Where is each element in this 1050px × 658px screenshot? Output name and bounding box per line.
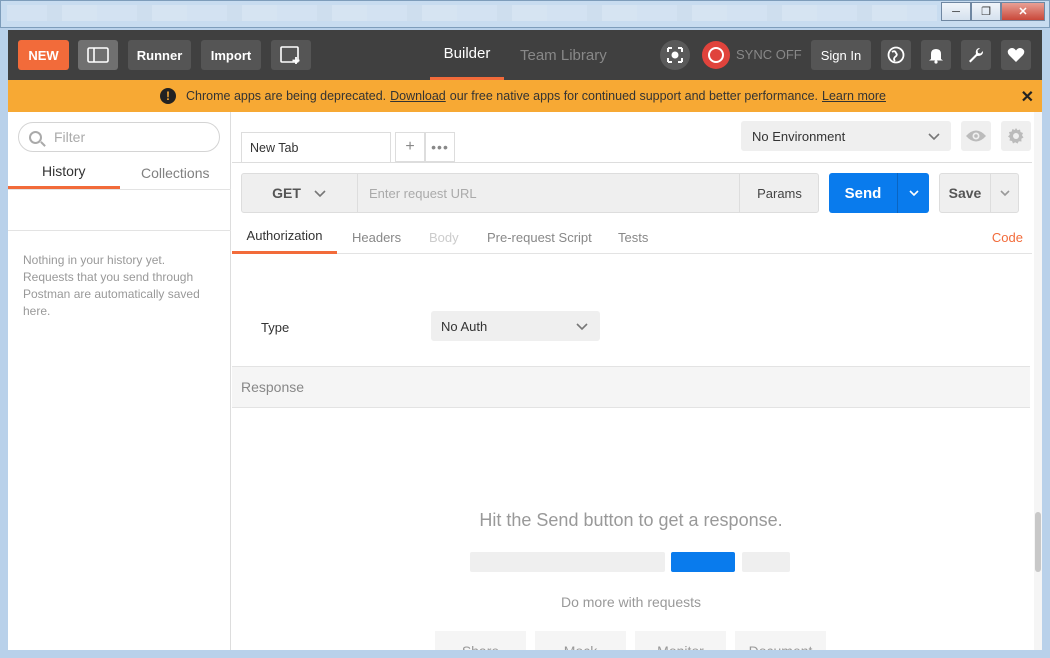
divider	[232, 162, 1032, 163]
tab-builder[interactable]: Builder	[430, 30, 504, 80]
bell-icon	[929, 49, 943, 64]
globe-icon	[887, 46, 905, 64]
tab-body[interactable]: Body	[429, 220, 459, 254]
scrollbar-thumb[interactable]	[1035, 512, 1041, 572]
search-icon	[29, 130, 42, 144]
chevron-down-icon	[576, 323, 588, 331]
method-value: GET	[272, 185, 301, 201]
warning-icon: !	[160, 88, 177, 104]
share-button[interactable]: Share	[435, 631, 526, 650]
sign-in-button[interactable]: Sign In	[811, 40, 871, 70]
banner-text-middle: our free native apps for continued suppo…	[449, 89, 819, 103]
request-tab[interactable]: New Tab	[241, 132, 391, 162]
request-sub-tabs: Authorization Headers Body Pre-request S…	[232, 220, 1032, 254]
response-header: Response	[232, 366, 1030, 408]
chevron-down-icon	[314, 190, 326, 198]
tab-pre-request-script[interactable]: Pre-request Script	[487, 220, 592, 254]
notifications-button[interactable]	[921, 40, 951, 70]
postman-app: NEW Runner Import Builder Team Library S…	[8, 30, 1042, 650]
method-select[interactable]: GET	[242, 174, 358, 212]
scrollbar[interactable]	[1034, 112, 1042, 650]
do-more-heading: Do more with requests	[560, 594, 702, 610]
environment-quick-look-button[interactable]	[961, 121, 991, 151]
close-window-button[interactable]: ✕	[1001, 2, 1045, 21]
auth-type-value: No Auth	[441, 318, 488, 334]
interceptor-icon	[667, 47, 683, 63]
maximize-button[interactable]: ❐	[971, 2, 1001, 21]
heart-icon	[1007, 48, 1025, 62]
placeholder-bar	[671, 552, 735, 572]
runner-button[interactable]: Runner	[128, 40, 191, 70]
auth-type-label: Type	[261, 320, 290, 335]
monitor-button[interactable]: Monitor	[635, 631, 726, 650]
new-window-button[interactable]	[271, 40, 311, 70]
tab-tests[interactable]: Tests	[618, 220, 648, 254]
more-tabs-button[interactable]: •••	[425, 132, 455, 162]
request-builder: New Tab + ••• No Environment GET Params …	[232, 112, 1042, 650]
document-button[interactable]: Document	[735, 631, 826, 650]
sync-icon[interactable]	[702, 41, 730, 69]
save-options-button[interactable]	[990, 174, 1018, 212]
toggle-sidebar-button[interactable]	[78, 40, 118, 70]
save-button[interactable]: Save	[939, 173, 1019, 213]
send-options-button[interactable]	[897, 173, 929, 213]
empty-history-message: Nothing in your history yet. Requests th…	[23, 253, 200, 318]
filter-input[interactable]: Filter	[18, 122, 220, 152]
top-toolbar: NEW Runner Import Builder Team Library S…	[8, 30, 1042, 80]
placeholder-bar	[470, 552, 665, 572]
chevron-down-icon	[999, 190, 1010, 197]
url-bar: GET Params	[241, 173, 819, 213]
sidebar-tabs: History Collections	[8, 156, 231, 190]
eye-icon	[966, 130, 986, 142]
filter-placeholder: Filter	[54, 129, 86, 145]
url-input[interactable]	[358, 174, 739, 212]
environment-value: No Environment	[752, 128, 846, 144]
gear-icon	[1008, 128, 1024, 144]
window-title-text	[7, 5, 937, 21]
add-tab-button[interactable]: +	[395, 132, 425, 162]
settings-button[interactable]	[961, 40, 991, 70]
send-button[interactable]: Send	[829, 173, 929, 213]
close-icon[interactable]: ✕	[1021, 87, 1034, 107]
mock-button[interactable]: Mock	[535, 631, 626, 650]
save-label: Save	[948, 185, 982, 201]
tab-team-library[interactable]: Team Library	[520, 30, 607, 80]
chevron-down-icon	[908, 190, 919, 197]
window-controls: ─ ❐ ✕	[941, 2, 1045, 21]
chevron-down-icon	[928, 133, 940, 141]
window-title-bar: ─ ❐ ✕	[0, 0, 1050, 28]
code-link[interactable]: Code	[992, 230, 1023, 245]
sidebar: Filter History Collections Nothing in yo…	[8, 112, 231, 650]
tab-collections[interactable]: Collections	[120, 156, 232, 189]
banner-text: Chrome apps are being deprecated.	[186, 89, 387, 103]
response-empty-title: Hit the Send button to get a response.	[479, 510, 783, 530]
minimize-button[interactable]: ─	[941, 2, 971, 21]
new-button[interactable]: NEW	[18, 40, 69, 70]
layout-icon	[87, 47, 109, 63]
environment-select[interactable]: No Environment	[741, 121, 951, 151]
favorite-button[interactable]	[1001, 40, 1031, 70]
send-label: Send	[844, 184, 882, 202]
auth-type-select[interactable]: No Auth	[431, 311, 600, 341]
params-button[interactable]: Params	[739, 174, 819, 212]
divider	[8, 230, 231, 231]
tab-headers[interactable]: Headers	[352, 220, 401, 254]
wrench-icon	[969, 48, 984, 63]
globe-button[interactable]	[881, 40, 911, 70]
learn-more-link[interactable]: Learn more	[822, 89, 886, 103]
import-button[interactable]: Import	[201, 40, 261, 70]
manage-environments-button[interactable]	[1001, 121, 1031, 151]
download-link[interactable]: Download	[390, 89, 446, 103]
tab-history[interactable]: History	[8, 156, 120, 189]
deprecation-banner: ! Chrome apps are being deprecated. Down…	[8, 80, 1042, 112]
new-window-icon	[280, 46, 300, 64]
sync-status: SYNC OFF	[736, 47, 802, 62]
interceptor-button[interactable]	[660, 40, 690, 70]
placeholder-bar	[742, 552, 790, 572]
tab-authorization[interactable]: Authorization	[232, 220, 337, 254]
